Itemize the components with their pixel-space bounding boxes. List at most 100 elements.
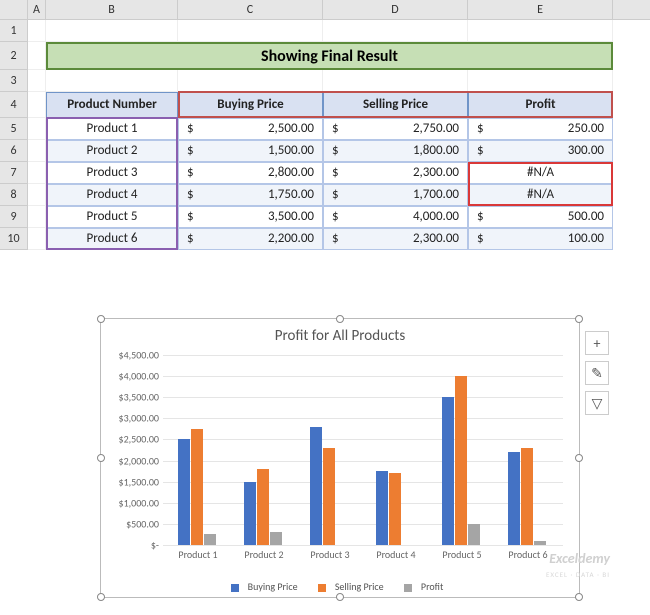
y-tick: $2,500.00 (105, 433, 159, 446)
chart-title: Profit for All Products (101, 319, 579, 349)
chart-handle[interactable] (97, 454, 105, 462)
legend-selling: Selling Price (335, 580, 384, 593)
brush-icon: ✎ (591, 365, 603, 382)
buying-cell[interactable]: $1,750.00 (178, 184, 323, 206)
y-tick: $4,000.00 (105, 370, 159, 383)
product-cell[interactable]: Product 2 (46, 140, 178, 162)
column-headers: A B C D E (0, 0, 650, 20)
bar (508, 452, 520, 545)
bar (468, 524, 480, 545)
col-header-A[interactable]: A (28, 0, 46, 19)
chart-handle[interactable] (97, 315, 105, 323)
y-tick: $1,500.00 (105, 475, 159, 488)
y-tick: $- (105, 539, 159, 552)
grid[interactable]: Showing Final Result Product Number Buyi… (28, 20, 650, 250)
profit-cell[interactable]: $500.00 (468, 206, 613, 228)
y-tick: $3,000.00 (105, 412, 159, 425)
row-header-10[interactable]: 10 (0, 228, 27, 250)
profit-cell-na[interactable]: #N/A (468, 184, 613, 206)
bar (257, 469, 269, 545)
chart-handle[interactable] (97, 593, 105, 601)
selling-cell[interactable]: $2,750.00 (323, 118, 468, 140)
chart-container[interactable]: Profit for All Products $-$500.00$1,000.… (100, 318, 580, 598)
header-buying: Buying Price (178, 92, 323, 118)
bar (389, 473, 401, 545)
row-header-1[interactable]: 1 (0, 20, 27, 42)
watermark-sub: EXCEL · DATA · BI (546, 570, 610, 579)
col-header-E[interactable]: E (468, 0, 613, 19)
col-header-C[interactable]: C (178, 0, 323, 19)
bar (534, 541, 546, 545)
product-cell[interactable]: Product 3 (46, 162, 178, 184)
bar (376, 471, 388, 545)
chart-handle[interactable] (336, 315, 344, 323)
selling-cell[interactable]: $2,300.00 (323, 228, 468, 250)
bar (455, 376, 467, 545)
bar (191, 429, 203, 545)
y-tick: $500.00 (105, 517, 159, 530)
y-tick: $3,500.00 (105, 391, 159, 404)
profit-cell[interactable]: $250.00 (468, 118, 613, 140)
chart-handle[interactable] (575, 593, 583, 601)
row-headers: 1 2 3 4 5 6 7 8 9 10 (0, 20, 28, 250)
chart-filters-button[interactable]: ▽ (585, 391, 609, 415)
watermark: Exceldemy (549, 550, 610, 567)
legend-profit: Profit (421, 580, 443, 593)
chart-handle[interactable] (336, 593, 344, 601)
profit-cell-na[interactable]: #N/A (468, 162, 613, 184)
filter-icon: ▽ (592, 395, 603, 412)
row-header-4[interactable]: 4 (0, 92, 27, 118)
buying-cell[interactable]: $2,800.00 (178, 162, 323, 184)
bar (204, 534, 216, 545)
product-cell[interactable]: Product 5 (46, 206, 178, 228)
row-header-6[interactable]: 6 (0, 140, 27, 162)
select-all-corner[interactable] (0, 0, 28, 19)
chart-plot-area: $-$500.00$1,000.00$1,500.00$2,000.00$2,5… (163, 355, 563, 545)
bar (323, 448, 335, 545)
profit-cell[interactable]: $100.00 (468, 228, 613, 250)
header-selling: Selling Price (323, 92, 468, 118)
legend-buying: Buying Price (248, 580, 298, 593)
chart-legend: Buying Price Selling Price Profit (101, 580, 579, 593)
chart-handle[interactable] (575, 454, 583, 462)
bar (521, 448, 533, 545)
product-cell[interactable]: Product 4 (46, 184, 178, 206)
row-header-7[interactable]: 7 (0, 162, 27, 184)
y-tick: $1,000.00 (105, 496, 159, 509)
chart-elements-button[interactable]: + (585, 331, 609, 355)
profit-cell[interactable]: $300.00 (468, 140, 613, 162)
product-cell[interactable]: Product 6 (46, 228, 178, 250)
row-header-5[interactable]: 5 (0, 118, 27, 140)
selling-cell[interactable]: $1,800.00 (323, 140, 468, 162)
chart-styles-button[interactable]: ✎ (585, 361, 609, 385)
chart-handle[interactable] (575, 315, 583, 323)
buying-cell[interactable]: $3,500.00 (178, 206, 323, 228)
buying-cell[interactable]: $2,500.00 (178, 118, 323, 140)
row-header-3[interactable]: 3 (0, 70, 27, 92)
bar (270, 532, 282, 545)
x-tick: Product 5 (432, 548, 492, 561)
chart-side-buttons: + ✎ ▽ (585, 331, 609, 421)
header-profit: Profit (468, 92, 613, 118)
y-tick: $4,500.00 (105, 349, 159, 362)
x-tick: Product 3 (300, 548, 360, 561)
col-header-D[interactable]: D (323, 0, 468, 19)
bar (244, 482, 256, 545)
selling-cell[interactable]: $4,000.00 (323, 206, 468, 228)
bar (178, 439, 190, 545)
y-tick: $2,000.00 (105, 454, 159, 467)
x-tick: Product 4 (366, 548, 426, 561)
buying-cell[interactable]: $2,200.00 (178, 228, 323, 250)
header-product: Product Number (46, 92, 178, 118)
row-header-2[interactable]: 2 (0, 42, 27, 70)
row-header-8[interactable]: 8 (0, 184, 27, 206)
col-header-B[interactable]: B (46, 0, 178, 19)
selling-cell[interactable]: $1,700.00 (323, 184, 468, 206)
x-tick: Product 2 (234, 548, 294, 561)
buying-cell[interactable]: $1,500.00 (178, 140, 323, 162)
row-header-9[interactable]: 9 (0, 206, 27, 228)
bar (310, 427, 322, 545)
selling-cell[interactable]: $2,300.00 (323, 162, 468, 184)
x-tick: Product 1 (168, 548, 228, 561)
product-cell[interactable]: Product 1 (46, 118, 178, 140)
